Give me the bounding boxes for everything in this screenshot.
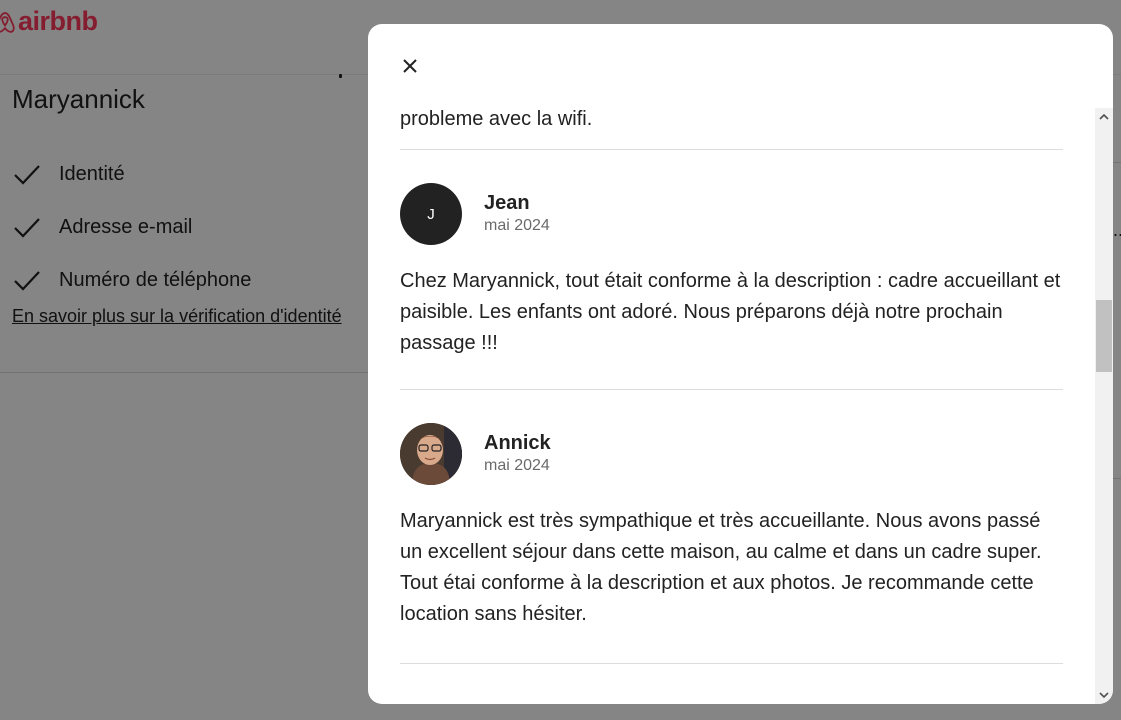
close-button[interactable] bbox=[394, 50, 426, 82]
page: airbnb Maryannick Identité Adresse e-mai… bbox=[0, 0, 1121, 720]
review-text: Maryannick est très sympathique et très … bbox=[400, 510, 1042, 625]
reviews-modal: probleme avec la wifi. J Jean mai 2024 C… bbox=[368, 24, 1113, 704]
scroll-up-button[interactable] bbox=[1095, 108, 1113, 126]
avatar[interactable]: J bbox=[400, 183, 462, 245]
review-divider bbox=[400, 663, 1063, 664]
reviewer-name: Annick bbox=[484, 432, 551, 454]
reviewer-name: Jean bbox=[484, 192, 530, 214]
review-date: mai 2024 bbox=[484, 217, 550, 234]
chevron-up-icon bbox=[1099, 113, 1109, 120]
previous-review-text: probleme avec la wifi. bbox=[400, 108, 593, 130]
review-item: J Jean mai 2024 Chez Maryannick, tout ét… bbox=[400, 150, 1063, 389]
reviewer-info: Jean mai 2024 bbox=[484, 191, 550, 237]
reviewer-info: Annick mai 2024 bbox=[484, 431, 551, 477]
avatar-initial: J bbox=[427, 205, 435, 223]
review-date: mai 2024 bbox=[484, 457, 550, 474]
reviews-scroll-area[interactable]: probleme avec la wifi. J Jean mai 2024 C… bbox=[400, 102, 1063, 704]
close-icon bbox=[403, 59, 417, 73]
review-item: Annick mai 2024 Maryannick est très symp… bbox=[400, 390, 1063, 663]
review-text: Chez Maryannick, tout était conforme à l… bbox=[400, 270, 1061, 354]
avatar[interactable] bbox=[400, 423, 462, 485]
modal-scrollbar[interactable] bbox=[1095, 108, 1113, 704]
review-header: J Jean mai 2024 bbox=[400, 183, 1063, 245]
reviewer-photo-icon bbox=[400, 423, 462, 485]
scrollbar-thumb[interactable] bbox=[1096, 300, 1112, 372]
chevron-down-icon bbox=[1099, 692, 1109, 699]
review-header: Annick mai 2024 bbox=[400, 423, 1063, 485]
scroll-down-button[interactable] bbox=[1095, 686, 1113, 704]
